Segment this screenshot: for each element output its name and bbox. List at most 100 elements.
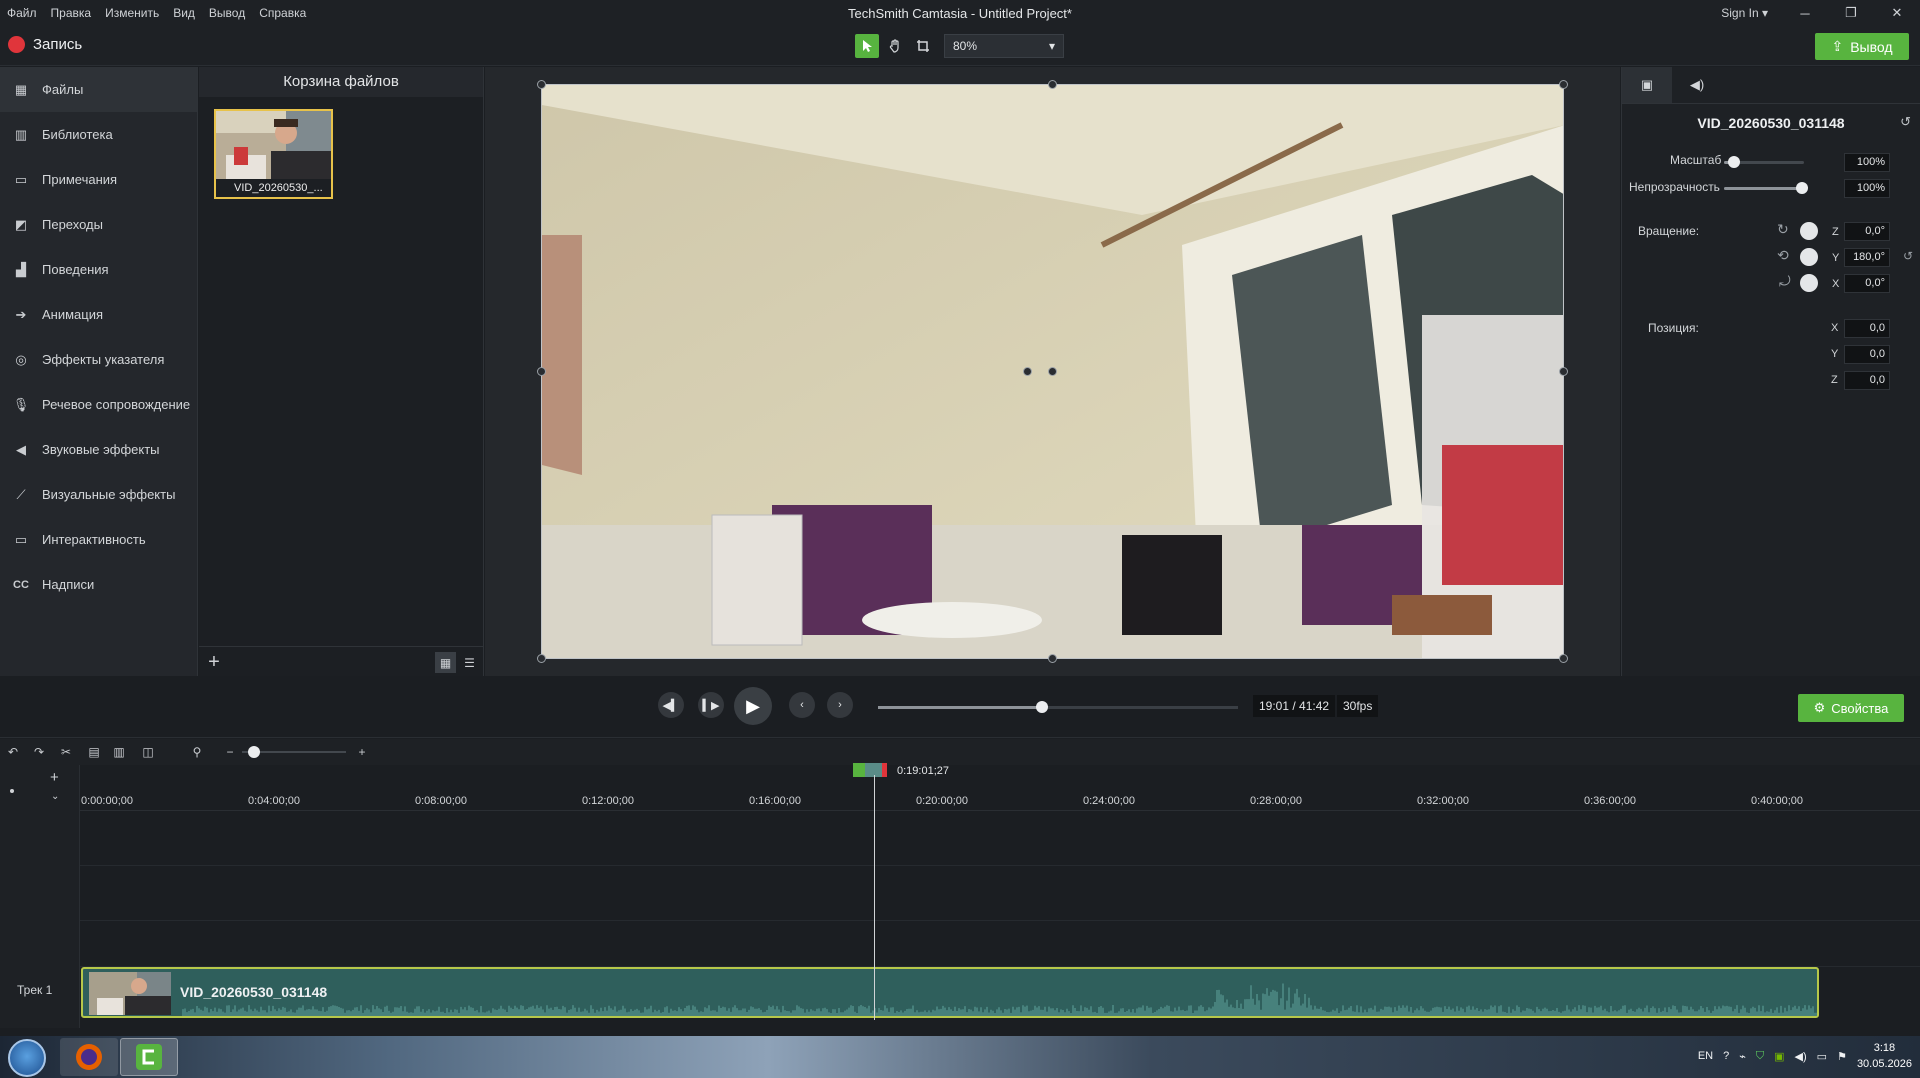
resize-handle[interactable] bbox=[537, 80, 546, 89]
sidebar-item-cursor-effects[interactable]: ◎ Эффекты указателя bbox=[0, 337, 197, 382]
timeline-zoom-slider[interactable] bbox=[242, 746, 346, 758]
step-back-icon[interactable]: ◀▍ bbox=[658, 692, 684, 718]
zoom-select[interactable]: 80% ▾ bbox=[944, 34, 1064, 58]
network-icon[interactable]: ⌁ bbox=[1739, 1050, 1746, 1063]
help-icon[interactable]: ? bbox=[1723, 1050, 1729, 1062]
language-indicator[interactable]: EN bbox=[1698, 1050, 1713, 1062]
monitor-icon[interactable]: ▭ bbox=[1817, 1050, 1827, 1063]
camtasia-icon[interactable] bbox=[120, 1038, 178, 1076]
zoom-in-icon[interactable]: + bbox=[353, 743, 371, 761]
scrubber[interactable] bbox=[878, 701, 1238, 713]
undo-icon[interactable]: ↶ bbox=[4, 743, 22, 761]
chevron-down-icon[interactable]: ⌄ bbox=[51, 791, 59, 802]
reset-icon[interactable]: ↺ bbox=[1903, 249, 1913, 263]
clock[interactable]: 3:18 30.05.2026 bbox=[1857, 1040, 1912, 1072]
firefox-icon[interactable] bbox=[60, 1038, 118, 1076]
rotation-dial[interactable] bbox=[1800, 248, 1818, 266]
next-icon[interactable]: › bbox=[827, 692, 853, 718]
minimize-icon[interactable]: ─ bbox=[1782, 0, 1828, 26]
menu-help[interactable]: Справка bbox=[259, 6, 306, 20]
hand-tool-icon[interactable] bbox=[883, 34, 907, 58]
visual-properties-tab-icon[interactable]: ▣ bbox=[1622, 67, 1672, 103]
sidebar-item-voice-narration[interactable]: 🎙 Речевое сопровождение bbox=[0, 382, 197, 427]
copy-icon[interactable]: ▤ bbox=[85, 743, 103, 761]
flag-icon[interactable]: ⚑ bbox=[1837, 1050, 1847, 1063]
resize-handle[interactable] bbox=[1559, 654, 1568, 663]
rotation-y-input[interactable]: 180,0° bbox=[1844, 248, 1890, 267]
sidebar-item-files[interactable]: ▦ Файлы bbox=[0, 67, 197, 112]
opacity-input[interactable]: 100% bbox=[1844, 179, 1890, 198]
resize-handle[interactable] bbox=[1559, 80, 1568, 89]
list-view-icon[interactable]: ☰ bbox=[459, 652, 480, 673]
slider-knob[interactable] bbox=[1796, 182, 1808, 194]
position-y-input[interactable]: 0,0 bbox=[1844, 345, 1890, 364]
redo-icon[interactable]: ↷ bbox=[30, 743, 48, 761]
volume-icon[interactable]: ◀) bbox=[1795, 1050, 1807, 1063]
slider-knob[interactable] bbox=[248, 746, 260, 758]
resize-handle[interactable] bbox=[537, 367, 546, 376]
resize-handle[interactable] bbox=[1048, 80, 1057, 89]
audio-properties-tab-icon[interactable]: ◀) bbox=[1672, 67, 1722, 103]
grid-view-icon[interactable]: ▦ bbox=[435, 652, 456, 673]
zoom-out-icon[interactable]: − bbox=[221, 743, 239, 761]
previous-icon[interactable]: ‹ bbox=[789, 692, 815, 718]
position-x-input[interactable]: 0,0 bbox=[1844, 319, 1890, 338]
rotation-handle[interactable] bbox=[1023, 367, 1032, 376]
play-icon[interactable]: ▶ bbox=[734, 687, 772, 725]
start-button-icon[interactable] bbox=[8, 1039, 46, 1077]
scale-slider[interactable] bbox=[1724, 156, 1804, 168]
menu-view[interactable]: Вид bbox=[173, 6, 195, 20]
sidebar-item-animations[interactable]: ➔ Анимация bbox=[0, 292, 197, 337]
sidebar-item-library[interactable]: ▥ Библиотека bbox=[0, 112, 197, 157]
shield-icon[interactable]: ⛉ bbox=[1756, 1050, 1764, 1063]
rotation-x-input[interactable]: 0,0° bbox=[1844, 274, 1890, 293]
menu-edit[interactable]: Правка bbox=[51, 6, 92, 20]
timeline-ruler[interactable]: 0:00:00;00 0:04:00;00 0:08:00;00 0:12:00;00… bbox=[80, 765, 1920, 811]
track-label: Трек 1 bbox=[17, 983, 53, 997]
resize-handle[interactable] bbox=[1559, 367, 1568, 376]
close-icon[interactable]: ✕ bbox=[1874, 0, 1920, 26]
select-tool-icon[interactable] bbox=[855, 34, 879, 58]
sign-in-button[interactable]: Sign In ▾ bbox=[1721, 6, 1768, 20]
add-track-icon[interactable]: + bbox=[50, 769, 59, 786]
media-thumbnail[interactable]: VID_20260530_... bbox=[214, 109, 333, 199]
menu-file[interactable]: Файл bbox=[7, 6, 37, 20]
properties-button[interactable]: ⚙ Свойства bbox=[1798, 694, 1904, 722]
rotation-handle[interactable] bbox=[1048, 367, 1057, 376]
rotation-dial[interactable] bbox=[1800, 274, 1818, 292]
nvidia-icon[interactable]: ▣ bbox=[1774, 1050, 1784, 1063]
sidebar-item-annotations[interactable]: ▭ Примечания bbox=[0, 157, 197, 202]
scale-input[interactable]: 100% bbox=[1844, 153, 1890, 172]
restore-icon[interactable]: ❐ bbox=[1828, 0, 1874, 26]
sidebar-item-transitions[interactable]: ◩ Переходы bbox=[0, 202, 197, 247]
menu-modify[interactable]: Изменить bbox=[105, 6, 159, 20]
sidebar-item-captions[interactable]: CC Надписи bbox=[0, 562, 197, 607]
sidebar-item-behaviors[interactable]: ▟ Поведения bbox=[0, 247, 197, 292]
split-icon[interactable]: ◫ bbox=[139, 743, 157, 761]
sidebar-item-visual-effects[interactable]: ⟋ Визуальные эффекты bbox=[0, 472, 197, 517]
opacity-slider[interactable] bbox=[1724, 182, 1808, 194]
timeline-clip[interactable]: VID_20260530_031148 bbox=[81, 967, 1819, 1018]
scrubber-knob[interactable] bbox=[1036, 701, 1049, 713]
resize-handle[interactable] bbox=[537, 654, 546, 663]
menu-share[interactable]: Вывод bbox=[209, 6, 245, 20]
position-z-input[interactable]: 0,0 bbox=[1844, 371, 1890, 390]
add-media-icon[interactable]: + bbox=[202, 650, 226, 674]
slider-knob[interactable] bbox=[1728, 156, 1740, 168]
reset-icon[interactable]: ↺ bbox=[1900, 114, 1911, 130]
resize-handle[interactable] bbox=[1048, 654, 1057, 663]
record-button[interactable]: Запись bbox=[8, 36, 82, 53]
sidebar-item-label: Надписи bbox=[42, 577, 95, 592]
sidebar-item-audio-effects[interactable]: ◀ Звуковые эффекты bbox=[0, 427, 197, 472]
rotation-z-input[interactable]: 0,0° bbox=[1844, 222, 1890, 241]
playhead-in-marker[interactable] bbox=[853, 763, 865, 777]
crop-tool-icon[interactable] bbox=[911, 34, 935, 58]
rotation-dial[interactable] bbox=[1800, 222, 1818, 240]
playhead-out-marker[interactable] bbox=[882, 763, 887, 777]
export-button[interactable]: ⇪ Вывод bbox=[1815, 33, 1909, 60]
sidebar-item-interactivity[interactable]: ▭ Интерактивность bbox=[0, 517, 197, 562]
paste-icon[interactable]: ▥ bbox=[110, 743, 128, 761]
zoom-icon[interactable]: ⚲ bbox=[188, 743, 206, 761]
step-forward-icon[interactable]: ▍▶ bbox=[698, 692, 724, 718]
cut-icon[interactable]: ✂ bbox=[57, 743, 75, 761]
